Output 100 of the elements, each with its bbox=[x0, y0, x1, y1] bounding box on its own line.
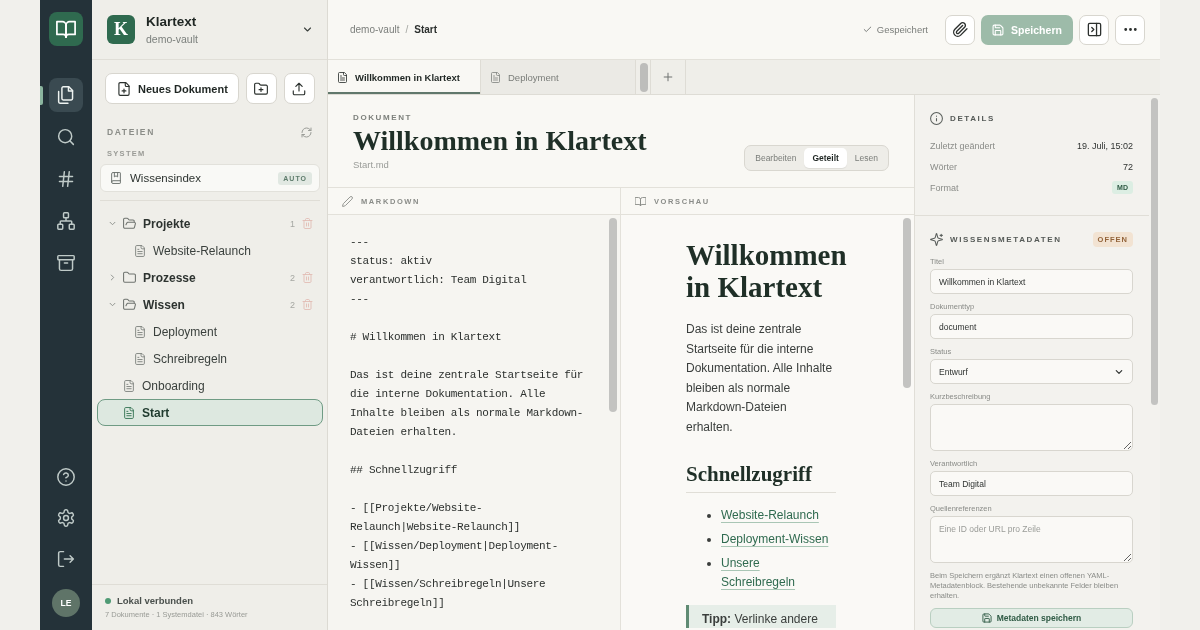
preview-link[interactable]: Unsere Schreibregeln bbox=[721, 553, 833, 592]
file-plus-icon bbox=[117, 81, 131, 96]
save-status: Gespeichert bbox=[876, 24, 928, 35]
new-folder-button[interactable] bbox=[245, 73, 277, 104]
text-field[interactable]: Willkommen in Klartext bbox=[930, 269, 1133, 294]
file-icon bbox=[134, 325, 146, 338]
panel-icon bbox=[1086, 22, 1102, 37]
archive-icon bbox=[57, 254, 75, 272]
item-count: 1 bbox=[290, 218, 295, 229]
book-logo-icon[interactable] bbox=[49, 12, 83, 46]
folder-icon bbox=[123, 298, 136, 311]
sparkles-icon bbox=[930, 232, 943, 246]
preview-link[interactable]: Website-Relaunch bbox=[721, 505, 819, 525]
preview-subheading: Schnellzugriff bbox=[686, 461, 836, 493]
detail-value: 72 bbox=[1123, 161, 1133, 172]
connection-status: Lokal verbunden bbox=[117, 595, 193, 606]
sitemap-icon bbox=[57, 212, 75, 230]
new-document-button[interactable]: Neues Dokument bbox=[105, 73, 239, 104]
breadcrumb-link[interactable]: demo-vault bbox=[350, 24, 400, 35]
chevron-down-icon bbox=[302, 24, 313, 35]
file-icon bbox=[134, 352, 146, 365]
tree-item[interactable]: Deployment bbox=[97, 318, 323, 345]
scrollbar[interactable] bbox=[640, 62, 648, 92]
bullet-icon bbox=[707, 537, 711, 542]
save-metadata-button[interactable]: Metadaten speichern bbox=[930, 608, 1133, 628]
item-count: 2 bbox=[290, 272, 295, 283]
bullet-icon bbox=[707, 561, 711, 566]
folder-icon bbox=[123, 271, 136, 284]
scrollbar[interactable] bbox=[609, 218, 617, 412]
markdown-editor[interactable]: --- status: aktiv verantwortlich: Team Digital --- # Willkommen in Klartext Das ist deine zentrale Startseite für die interne Dokumentation. Alle Inhalte bleiben als normale Markdown- Dateien erhalten. ## Schnellzugriff - [[Projekte/Website- Relaunch|Website-Relaunch]] - [[Wissen/Deployment|Deployment- Wissen]] - [[Wissen/Schreibregeln|Unsere Schreibregeln]] bbox=[350, 233, 606, 613]
user-avatar[interactable]: LE bbox=[52, 589, 80, 617]
section-label: DOKUMENT bbox=[353, 113, 413, 123]
folder-plus-icon bbox=[254, 81, 269, 96]
preview-heading: Willkommen in Klartext bbox=[686, 239, 848, 303]
info-icon bbox=[930, 111, 943, 125]
scrollbar[interactable] bbox=[903, 218, 911, 388]
section-title: DETAILS bbox=[950, 113, 995, 123]
upload-button[interactable] bbox=[283, 73, 315, 104]
view-mode-tab[interactable]: Geteilt bbox=[804, 148, 847, 168]
tree-item[interactable]: Onboarding bbox=[97, 372, 323, 399]
upload-icon bbox=[292, 81, 307, 96]
section-label: DATEIEN bbox=[107, 127, 155, 137]
file-icon bbox=[490, 71, 501, 83]
book-icon bbox=[635, 195, 646, 207]
item-count: 2 bbox=[290, 299, 295, 310]
document-tab[interactable]: Willkommen in Klartext bbox=[328, 60, 481, 94]
document-title: Willkommen in Klartext bbox=[353, 124, 647, 158]
rail-nav-button[interactable] bbox=[49, 78, 83, 112]
book-icon bbox=[110, 172, 122, 184]
file-icon bbox=[123, 406, 135, 419]
paperclip-icon bbox=[952, 22, 968, 37]
vault-logo: K bbox=[107, 15, 135, 44]
files-icon bbox=[57, 86, 75, 104]
document-tab[interactable]: Deployment bbox=[481, 60, 636, 94]
settings-icon bbox=[57, 509, 75, 527]
plus-icon bbox=[662, 71, 674, 83]
tree-item[interactable]: Prozesse bbox=[97, 264, 290, 291]
tree-item[interactable]: Wissen bbox=[97, 291, 290, 318]
vault-subtitle: demo-vault bbox=[146, 33, 198, 45]
tip-callout: Tipp: Verlinke andere bbox=[686, 604, 836, 628]
save-icon bbox=[992, 23, 1005, 36]
detail-value: 19. Juli, 15:02 bbox=[1076, 140, 1133, 151]
preview-link[interactable]: Deployment-Wissen bbox=[721, 529, 829, 549]
active-indicator bbox=[40, 86, 43, 105]
attach-button[interactable] bbox=[945, 14, 975, 45]
tree-item[interactable]: Website-Relaunch bbox=[97, 237, 323, 264]
view-mode-tab[interactable]: Lesen bbox=[846, 148, 886, 168]
tree-item[interactable]: Schreibregeln bbox=[97, 345, 323, 372]
text-field[interactable]: document bbox=[930, 314, 1133, 339]
file-icon bbox=[134, 244, 146, 257]
text-field[interactable]: Team Digital bbox=[930, 471, 1133, 496]
vault-menu-button[interactable] bbox=[302, 24, 313, 35]
pencil-icon bbox=[342, 195, 353, 207]
tree-item[interactable]: Start bbox=[97, 399, 323, 426]
check-icon bbox=[862, 25, 872, 34]
save-icon bbox=[981, 613, 992, 623]
panel-toggle-button[interactable] bbox=[1079, 14, 1109, 45]
logout-icon bbox=[57, 550, 75, 568]
scrollbar[interactable] bbox=[1151, 98, 1158, 405]
breadcrumb-current: Start bbox=[414, 24, 438, 35]
file-icon bbox=[337, 71, 348, 83]
bullet-icon bbox=[707, 513, 711, 518]
vault-name: Klartext bbox=[146, 14, 197, 30]
folder-icon bbox=[123, 217, 136, 230]
more-button[interactable] bbox=[1115, 14, 1145, 45]
detail-label: Format bbox=[930, 182, 959, 193]
textarea-field[interactable] bbox=[930, 404, 1133, 451]
view-mode-tab[interactable]: Bearbeiten bbox=[747, 148, 805, 168]
detail-label: Zuletzt geändert bbox=[930, 140, 996, 151]
detail-label: Wörter bbox=[930, 161, 957, 172]
select-field[interactable]: Entwurf bbox=[930, 359, 1133, 384]
preview-paragraph: Das ist deine zentrale Startseite für die interne Dokumentation. Alle Inhalte bleiben als normale Markdown-Dateien erhalten. bbox=[686, 321, 834, 436]
hash-icon bbox=[57, 170, 75, 188]
section-title: WISSENSMETADATEN bbox=[950, 234, 1062, 244]
textarea-field[interactable]: Eine ID oder URL pro Zeile bbox=[930, 516, 1133, 563]
file-icon bbox=[123, 379, 135, 392]
breadcrumb-separator: / bbox=[405, 24, 409, 35]
tree-item[interactable]: Projekte bbox=[97, 210, 290, 237]
search-icon bbox=[57, 128, 75, 146]
more-icon bbox=[1123, 28, 1137, 31]
